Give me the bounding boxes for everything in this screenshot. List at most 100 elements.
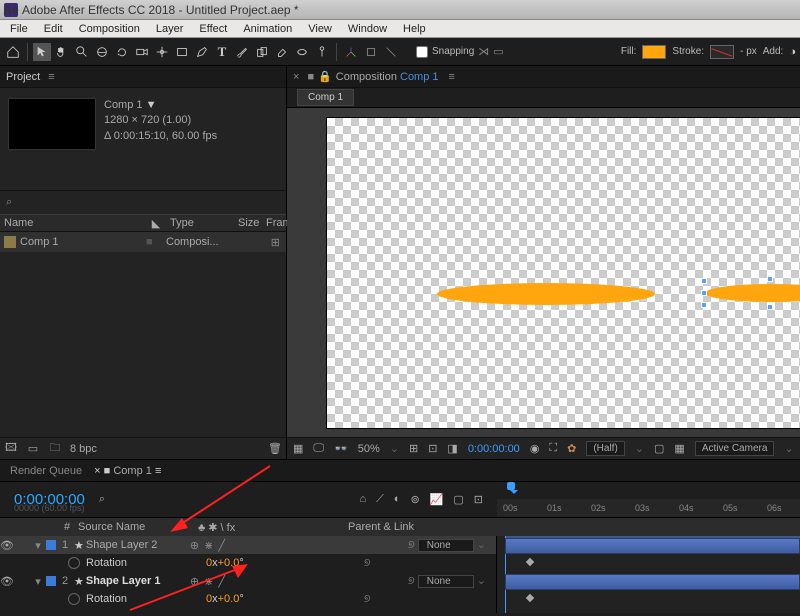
parent-dropdown[interactable]: None <box>418 539 474 552</box>
clone-tool-icon[interactable] <box>253 43 271 61</box>
comp-thumbnail[interactable] <box>8 98 96 150</box>
lock-icon[interactable]: ■ <box>307 71 314 83</box>
hand-tool-icon[interactable] <box>53 43 71 61</box>
alpha-toggle-icon[interactable]: ▦ <box>293 442 303 455</box>
viewer-breadcrumb[interactable]: Composition Comp 1 <box>336 71 439 83</box>
tab-render-queue[interactable]: Render Queue <box>10 465 82 477</box>
mask-icon[interactable]: 👓 <box>334 442 348 455</box>
rectangle-tool-icon[interactable] <box>173 43 191 61</box>
shy-icon[interactable]: ⟋ <box>376 493 384 506</box>
menu-effect[interactable]: Effect <box>191 21 235 37</box>
snapping-bounds-icon[interactable]: ▭ <box>493 45 503 58</box>
composition-canvas[interactable] <box>327 118 800 428</box>
comp-tab[interactable]: Comp 1 <box>297 89 354 106</box>
orbit-tool-icon[interactable] <box>93 43 111 61</box>
transform-handle[interactable] <box>701 290 707 296</box>
transform-handle[interactable] <box>767 304 773 310</box>
view-axis-icon[interactable] <box>382 43 400 61</box>
keyframe[interactable] <box>526 594 534 602</box>
interpret-icon[interactable]: 🖾 <box>4 442 18 456</box>
comp-marker-icon[interactable]: ⌂ <box>359 493 366 506</box>
grid-icon[interactable]: ⊞ <box>409 442 418 455</box>
shape-ellipse-2[interactable] <box>705 284 800 302</box>
new-folder-icon[interactable]: 🗀 <box>48 442 62 456</box>
puppet-tool-icon[interactable] <box>313 43 331 61</box>
pickwhip-icon[interactable]: ୭ <box>408 539 415 551</box>
frame-blend-icon[interactable]: ◐ <box>394 493 401 506</box>
eraser-tool-icon[interactable] <box>273 43 291 61</box>
layer-row-1[interactable]: 👁 ▾ 1 ★ Shape Layer 2 ⊕ ⋇ ╱ ୭ None ⌄ <box>0 536 496 554</box>
draft-3d-icon[interactable]: ▢ <box>453 493 463 506</box>
layer-name[interactable]: Shape Layer 2 <box>86 539 184 551</box>
menu-view[interactable]: View <box>300 21 340 37</box>
visibility-icon[interactable]: 👁 <box>0 575 14 588</box>
layer-switches[interactable]: ⊕ ⋇ ╱ <box>190 539 226 552</box>
keyframe[interactable] <box>526 558 534 566</box>
layer-name[interactable]: Shape Layer 1 <box>86 575 184 587</box>
trash-icon[interactable]: 🗑 <box>268 442 282 456</box>
label-color[interactable] <box>46 576 56 586</box>
pen-tool-icon[interactable] <box>193 43 211 61</box>
time-ruler[interactable]: 00s 01s 02s 03s 04s 05s 06s <box>497 499 800 517</box>
motion-blur-icon[interactable]: ⊚ <box>410 493 419 506</box>
menu-edit[interactable]: Edit <box>36 21 71 37</box>
lock-padlock-icon[interactable]: 🔒 <box>318 70 332 83</box>
stroke-swatch[interactable] <box>710 45 734 59</box>
roto-tool-icon[interactable] <box>293 43 311 61</box>
flowchart-icon[interactable]: ⊞ <box>271 236 280 249</box>
channels-icon[interactable]: ◨ <box>447 442 457 455</box>
transform-handle[interactable] <box>701 302 707 308</box>
transform-handle[interactable] <box>701 278 707 284</box>
stopwatch-icon[interactable] <box>68 557 80 569</box>
search-icon[interactable]: ⌕ <box>6 196 12 209</box>
timeline-search-icon[interactable]: ⌕ <box>99 493 105 506</box>
project-panel-tab[interactable]: Project <box>6 71 40 83</box>
shape-ellipse-1[interactable] <box>437 283 655 305</box>
close-tab-icon[interactable]: × <box>293 71 299 83</box>
zoom-tool-icon[interactable] <box>73 43 91 61</box>
snapshot-icon[interactable]: ◉ <box>530 442 540 455</box>
visibility-icon[interactable]: 👁 <box>0 539 14 552</box>
expression-pickwhip-icon[interactable]: ୭ <box>364 593 371 606</box>
transparency-icon[interactable]: ▦ <box>674 442 684 455</box>
zoom-dropdown[interactable]: 50% <box>358 443 380 455</box>
label-color[interactable] <box>46 540 56 550</box>
transform-handle[interactable] <box>767 276 773 282</box>
menu-layer[interactable]: Layer <box>148 21 192 37</box>
type-tool-icon[interactable]: T <box>213 43 231 61</box>
twirl-icon[interactable]: ▾ <box>32 539 44 552</box>
show-snapshot-icon[interactable]: ⛶ <box>549 442 557 455</box>
snapping-options-icon[interactable]: ⋊ <box>478 45 489 58</box>
current-time[interactable]: 0:00:00:00 <box>468 443 520 455</box>
camera-tool-icon[interactable] <box>133 43 151 61</box>
layer-bar-1[interactable] <box>505 538 800 554</box>
local-axis-icon[interactable] <box>342 43 360 61</box>
camera-dropdown[interactable]: Active Camera <box>695 441 775 456</box>
world-axis-icon[interactable] <box>362 43 380 61</box>
tag-icon[interactable]: ◣ <box>146 217 166 230</box>
region-icon[interactable]: ▢ <box>654 442 664 455</box>
menu-animation[interactable]: Animation <box>235 21 300 37</box>
color-mgmt-icon[interactable]: ✿ <box>567 442 576 455</box>
brush-tool-icon[interactable] <box>233 43 251 61</box>
twirl-icon[interactable]: ▾ <box>32 575 44 588</box>
tab-comp1[interactable]: × ■ Comp 1 ≡ <box>94 465 161 477</box>
selection-tool-icon[interactable] <box>33 43 51 61</box>
rotate-tool-icon[interactable] <box>113 43 131 61</box>
playhead[interactable] <box>505 482 517 494</box>
layer-switches[interactable]: ⊕ ⋇ ╱ <box>190 575 226 588</box>
expression-pickwhip-icon[interactable]: ୭ <box>364 557 371 570</box>
layer-bar-2[interactable] <box>505 574 800 590</box>
menu-composition[interactable]: Composition <box>71 21 148 37</box>
guides-icon[interactable]: ⊡ <box>428 442 437 455</box>
parent-dropdown[interactable]: None <box>418 575 474 588</box>
menu-window[interactable]: Window <box>340 21 395 37</box>
menu-help[interactable]: Help <box>395 21 434 37</box>
rotation-value[interactable]: 0x+0.0° <box>206 593 244 605</box>
home-icon[interactable] <box>4 43 22 61</box>
pickwhip-icon[interactable]: ୭ <box>408 575 415 587</box>
resolution-dropdown[interactable]: (Half) <box>586 441 624 456</box>
menu-file[interactable]: File <box>2 21 36 37</box>
viewer-menu-icon[interactable]: ≡ <box>449 71 455 83</box>
snapping-checkbox[interactable] <box>416 46 428 58</box>
